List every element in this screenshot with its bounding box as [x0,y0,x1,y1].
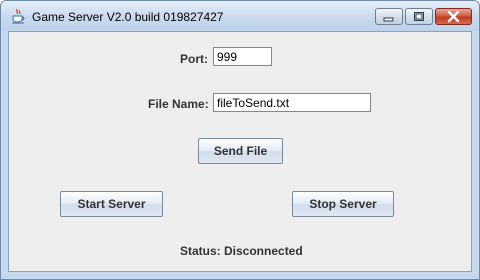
maximize-button[interactable] [405,8,433,25]
filename-label: File Name: [148,97,209,111]
start-server-button[interactable]: Start Server [60,191,163,217]
minimize-button[interactable] [375,8,403,25]
title-bar[interactable]: Game Server V2.0 build 019827427 [1,1,479,31]
port-input[interactable]: 999 [213,47,272,66]
window-title: Game Server V2.0 build 019827427 [32,10,224,24]
status-text: Status: Disconnected [180,244,303,258]
server-panel: Port: 999 File Name: fileToSend.txt Send… [8,31,472,272]
port-label: Port: [180,52,208,66]
close-button[interactable] [435,8,472,25]
stop-server-button[interactable]: Stop Server [292,191,394,217]
app-window: Game Server V2.0 build 019827427 Port: 9… [0,0,480,280]
java-cup-icon [10,8,26,24]
send-file-button[interactable]: Send File [198,138,283,164]
filename-input[interactable]: fileToSend.txt [213,93,371,112]
